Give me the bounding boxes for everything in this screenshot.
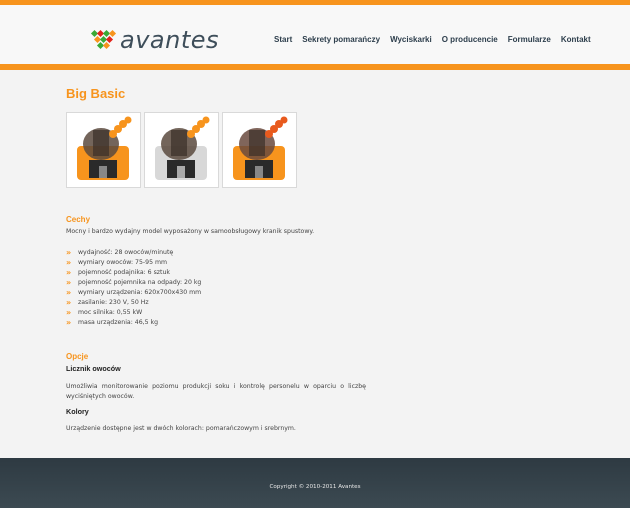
nav-o-producencie[interactable]: O producencie xyxy=(442,35,498,44)
header-accent-bar xyxy=(0,64,630,70)
list-item: » moc silnika: 0,55 kW xyxy=(66,308,143,317)
nav-start[interactable]: Start xyxy=(274,35,292,44)
page-title: Big Basic xyxy=(66,86,126,101)
double-chevron-icon: » xyxy=(66,248,71,257)
nav-sekrety-pomaranczy[interactable]: Sekrety pomarańczy xyxy=(302,35,380,44)
list-item: » wymiary urządzenia: 620x700x430 mm xyxy=(66,288,202,297)
double-chevron-icon: » xyxy=(66,268,71,277)
juicer-image xyxy=(155,116,210,180)
list-item: » pojemność podajnika: 6 sztuk xyxy=(66,268,170,277)
double-chevron-icon: » xyxy=(66,258,71,267)
list-item: » zasilanie: 230 V, 50 Hz xyxy=(66,298,149,307)
features-heading: Cechy xyxy=(66,215,91,224)
list-item: » pojemność pojemnika na odpady: 20 kg xyxy=(66,278,202,287)
features-intro: Mocny i bardzo wydajny model wyposażony … xyxy=(66,228,315,235)
product-gallery xyxy=(66,112,300,188)
site-footer xyxy=(0,458,630,508)
double-chevron-icon: » xyxy=(66,318,71,327)
counter-description: Umożliwia monitorowanie poziomu produkcj… xyxy=(66,383,366,400)
site-logo[interactable]: avantes xyxy=(90,26,219,54)
logo-wordmark: avantes xyxy=(120,26,220,54)
nav-formularze[interactable]: Formularze xyxy=(508,35,551,44)
product-thumbnail-silver[interactable] xyxy=(144,112,219,188)
logo-mark-icon xyxy=(90,29,117,50)
double-chevron-icon: » xyxy=(66,308,71,317)
counter-label: Licznik owoców xyxy=(66,364,121,373)
list-item: » masa urządzenia: 46,5 kg xyxy=(66,318,159,327)
list-item: » wydajność: 28 owoców/minutę xyxy=(66,248,174,257)
features-list: » wydajność: 28 owoców/minutę » wymiary ow… xyxy=(66,248,201,328)
double-chevron-icon: » xyxy=(66,298,71,307)
copyright-text: Copyright © 2010-2011 Avantes xyxy=(269,484,361,490)
main-nav: Start Sekrety pomarańczy Wyciskarki O pr… xyxy=(274,35,601,44)
nav-wyciskarki[interactable]: Wyciskarki xyxy=(390,35,432,44)
options-heading: Opcje xyxy=(66,352,89,361)
double-chevron-icon: » xyxy=(66,278,71,287)
double-chevron-icon: » xyxy=(66,288,71,297)
nav-kontakt[interactable]: Kontakt xyxy=(561,35,591,44)
product-thumbnail-orange[interactable] xyxy=(66,112,141,188)
juicer-image xyxy=(77,116,132,180)
list-item: » wymiary owoców: 75-95 mm xyxy=(66,258,168,267)
juicer-image xyxy=(233,116,288,180)
product-thumbnail-orange-alt[interactable] xyxy=(222,112,297,188)
colors-label: Kolory xyxy=(66,407,89,416)
colors-description: Urządzenie dostępne jest w dwóch kolorac… xyxy=(66,425,296,432)
site-header: avantes Start Sekrety pomarańczy Wyciska… xyxy=(0,5,630,64)
